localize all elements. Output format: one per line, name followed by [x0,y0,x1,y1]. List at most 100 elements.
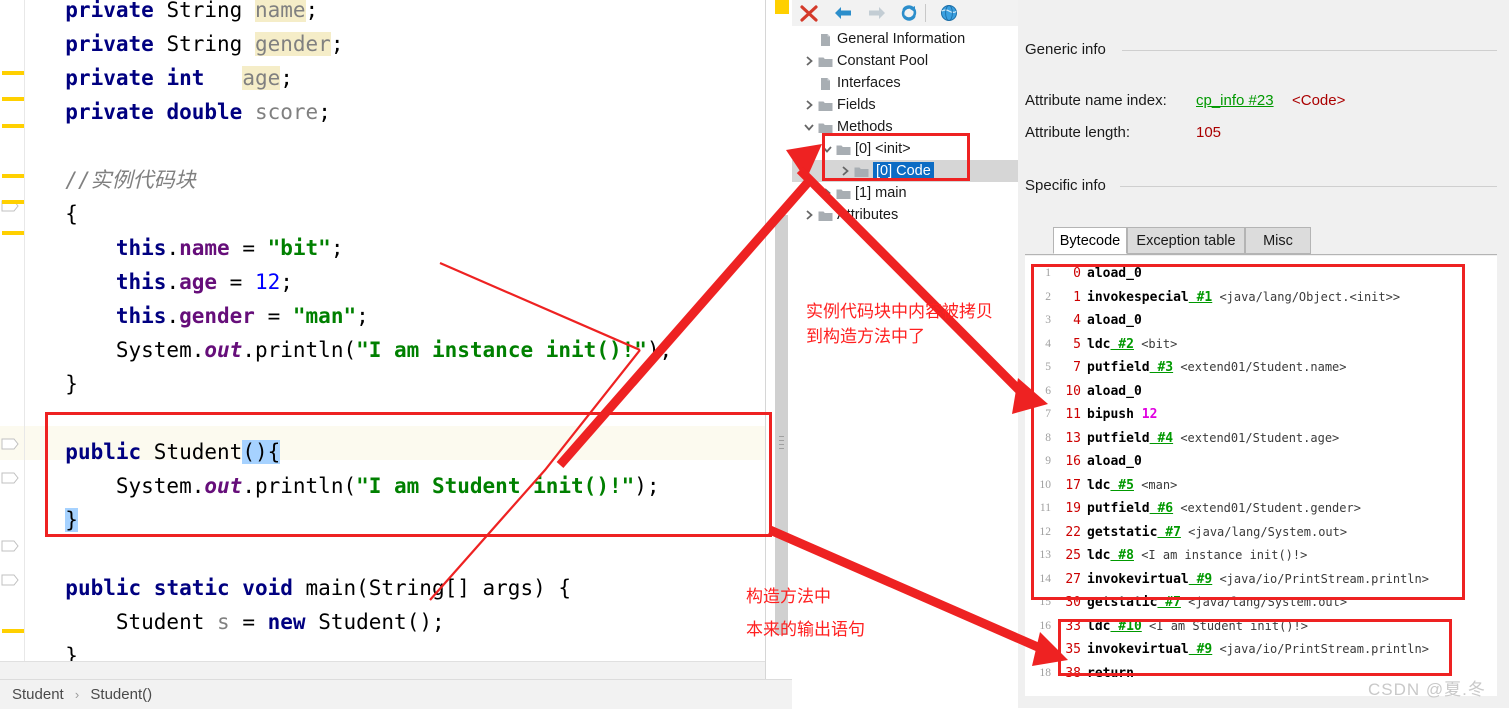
breadcrumb-member[interactable]: Student() [90,686,152,703]
tree-node-label: Constant Pool [837,53,929,69]
editor-bottom-strip [0,661,765,679]
code-line[interactable] [0,129,765,163]
code-token: gender [254,32,331,56]
code-line[interactable]: this.age = 12; [0,265,765,299]
code-line[interactable]: } [0,367,765,401]
fold-marker-icon[interactable] [0,436,22,452]
code-token: private [65,0,154,22]
code-line[interactable]: private double score; [0,95,765,129]
code-token: gender [179,304,255,328]
code-token: int [153,66,243,90]
folder-icon [818,120,833,134]
code-token: System. [115,338,205,362]
fold-marker-icon[interactable] [0,538,22,554]
annotation-box-constructor [45,412,772,537]
code-line[interactable]: private String gender; [0,27,765,61]
chevron-right-icon[interactable] [802,50,816,72]
code-line[interactable]: Student s = new Student(); [0,605,765,639]
bytecode-line-number: 17 [1039,643,1052,655]
code-token: = [254,304,293,328]
code-line[interactable]: //实例代码块 [0,163,765,197]
attribute-name-index-label: Attribute name index: [1025,92,1167,109]
chevron-right-icon[interactable] [820,182,834,204]
code-line[interactable]: System.out.println("I am instance init()… [0,333,765,367]
code-line[interactable] [0,537,765,571]
folder-icon [818,98,833,112]
attribute-length-label: Attribute length: [1025,124,1131,141]
code-token: String [153,0,255,22]
chevron-down-icon[interactable] [802,116,816,138]
chevron-right-icon[interactable] [802,94,816,116]
attribute-name-index-link[interactable]: cp_info #23 [1196,92,1274,109]
code-token: ; [280,270,293,294]
scrollbar-grip-icon [779,436,784,454]
tree-node-interfaces[interactable]: Interfaces [792,72,1018,94]
folder-icon [818,54,833,68]
tab-bytecode[interactable]: Bytecode [1053,227,1127,254]
tree-node-label: General Information [837,31,966,47]
specific-info-title: Specific info [1025,177,1106,194]
code-token: = [217,270,255,294]
reload-icon[interactable] [898,3,920,23]
browse-globe-icon[interactable] [938,3,960,23]
breadcrumb[interactable]: Student › Student() [12,686,152,703]
tree-node-label: Fields [837,97,876,113]
code-token: //实例代码块 [65,168,196,192]
code-token: name [179,236,230,260]
annotation-box-bytecode-instance-block [1031,264,1465,600]
code-token: private [65,66,154,90]
annotation-note-top-line1: 实例代码块中内容被拷贝 [806,302,993,321]
chevron-right-icon[interactable] [802,204,816,226]
code-line[interactable]: this.gender = "man"; [0,299,765,333]
annotation-note-bottom-line2: 本来的输出语句 [746,620,865,639]
code-token: . [166,304,180,328]
code-token: age [242,66,281,90]
code-token: new [267,610,306,634]
folder-icon [836,186,851,200]
code-line[interactable]: { [0,197,765,231]
tab-misc[interactable]: Misc [1245,227,1311,254]
code-token: "bit" [267,236,331,260]
analysis-status-indicator[interactable] [775,0,789,14]
code-line[interactable]: private String name; [0,0,765,27]
code-line[interactable]: this.name = "bit"; [0,231,765,265]
bytecode-line-number: 18 [1039,666,1052,679]
code-token: private [65,32,154,56]
code-token: Student [115,610,218,634]
tree-node-general-information[interactable]: General Information [792,28,1018,50]
bytecode-line-number: 16 [1039,619,1052,632]
code-token: = [229,610,268,634]
attribute-length-value: 105 [1196,124,1222,141]
code-editor-pane[interactable]: private String name; private String gend… [0,0,765,679]
code-token: s [217,610,230,634]
tree-node-label: Interfaces [837,75,901,91]
editor-scrollbar-thumb[interactable] [775,215,788,635]
tab-underline [1025,254,1497,255]
code-token: private [65,100,154,124]
change-marker [2,124,24,128]
fold-marker-icon[interactable] [0,572,22,588]
tab-exception-table[interactable]: Exception table [1127,227,1245,254]
tree-node-fields[interactable]: Fields [792,94,1018,116]
code-line[interactable]: private int age; [0,61,765,95]
tree-node-label: Attributes [837,207,899,223]
back-arrow-icon[interactable] [832,3,854,23]
close-icon[interactable] [798,3,820,23]
tree-node-constant-pool[interactable]: Constant Pool [792,50,1018,72]
fold-marker-icon[interactable] [0,470,22,486]
code-token: this [115,304,167,328]
tree-node-attributes[interactable]: Attributes [792,204,1018,226]
annotation-box-bytecode-constructor-print [1058,619,1452,676]
code-text-area[interactable]: private String name; private String gend… [0,0,765,679]
code-token: 12 [254,270,281,294]
code-line[interactable]: public static void main(String[] args) { [0,571,765,605]
code-token: name [254,0,306,22]
code-token: double [153,100,255,124]
change-marker [2,629,24,633]
code-token: ; [305,0,319,22]
tree-node-1-main[interactable]: [1] main [792,182,1018,204]
specific-info-rule [1120,186,1497,187]
change-marker [2,200,24,204]
breadcrumb-class[interactable]: Student [12,686,64,703]
code-token: Student(); [305,610,445,634]
